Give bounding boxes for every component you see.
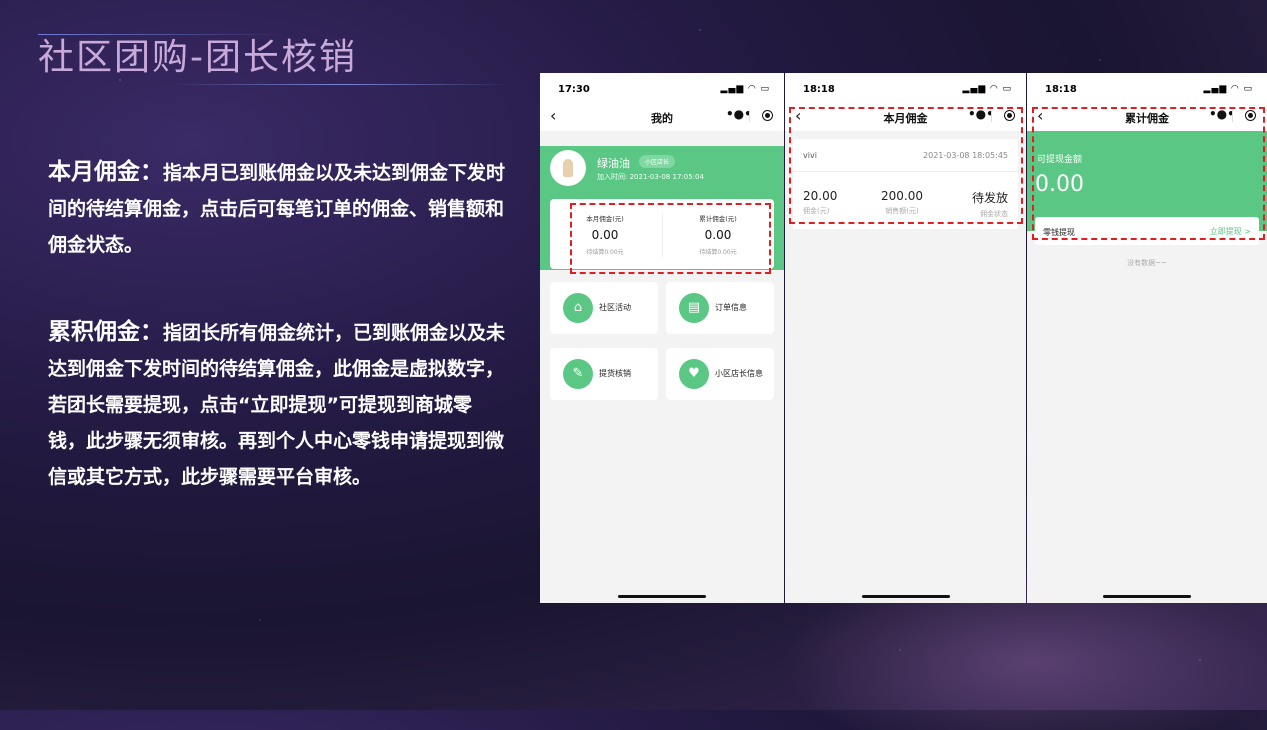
- heart-icon: ♥: [679, 359, 709, 389]
- home-indicator: [861, 595, 950, 598]
- monthly-commission-description: 本月佣金：指本月已到账佣金以及未达到佣金下发时间的待结算佣金，点击后可每笔订单的…: [48, 154, 508, 263]
- tile-community-activity[interactable]: ⌂ 社区活动: [550, 282, 658, 334]
- title-decor-line: [38, 34, 288, 35]
- status-time: 18:18: [1045, 84, 1077, 95]
- tile-pickup-verify[interactable]: ✎ 提货核销: [550, 348, 658, 400]
- avatar: [550, 150, 586, 186]
- phone-screen-mine: 17:30 ▂▄▆ ◠ ▭ ‹ 我的 •●• 绿油油 小区店长 加入时间: 20…: [540, 73, 784, 603]
- user-role-badge: 小区店长: [639, 155, 676, 168]
- desc-heading: 累积佣金：: [48, 319, 163, 345]
- close-icon[interactable]: [762, 110, 773, 121]
- tile-label: 订单信息: [715, 303, 747, 312]
- status-bar: 18:18 ▂▄▆ ◠ ▭: [785, 73, 1026, 103]
- status-bar: 18:18 ▂▄▆ ◠ ▭: [1027, 73, 1267, 103]
- status-time: 18:18: [803, 84, 835, 95]
- tile-order-info[interactable]: ▤ 订单信息: [666, 282, 774, 334]
- nav-bar: ‹ 我的 •●•: [540, 103, 784, 131]
- status-icons: ▂▄▆ ◠ ▭: [962, 84, 1012, 94]
- slide-title-text: 社区团购-团长核销: [38, 37, 357, 78]
- empty-state-text: 没有数据~~: [1127, 259, 1167, 267]
- desc-body: 指团长所有佣金统计，已到账佣金以及未达到佣金下发时间的待结算佣金，此佣金是虚拟数…: [48, 322, 506, 488]
- home-icon: ⌂: [563, 293, 593, 323]
- total-commission-description: 累积佣金：指团长所有佣金统计，已到账佣金以及未达到佣金下发时间的待结算佣金，此佣…: [48, 314, 508, 495]
- highlight-box: [570, 203, 771, 274]
- order-icon: ▤: [679, 293, 709, 323]
- highlight-box: [789, 107, 1023, 224]
- join-time: 加入时间: 2021-03-08 17:05:04: [597, 173, 704, 181]
- status-icons: ▂▄▆ ◠ ▭: [1203, 84, 1253, 94]
- status-time: 17:30: [558, 84, 590, 95]
- mini-program-capsule[interactable]: •●•: [722, 106, 776, 126]
- home-indicator: [1103, 595, 1191, 598]
- tile-label: 社区活动: [599, 303, 631, 312]
- tile-label: 小区店长信息: [715, 369, 763, 378]
- phone-screen-monthly-commission: 18:18 ▂▄▆ ◠ ▭ ‹ 本月佣金 •●• vivi 2021-03-08…: [785, 73, 1026, 603]
- status-bar: 17:30 ▂▄▆ ◠ ▭: [540, 73, 784, 103]
- more-icon[interactable]: •●•: [726, 107, 752, 121]
- tile-label: 提货核销: [599, 369, 631, 378]
- capsule-divider: [749, 110, 750, 122]
- status-icons: ▂▄▆ ◠ ▭: [720, 84, 770, 94]
- ticket-icon: ✎: [563, 359, 593, 389]
- desc-heading: 本月佣金：: [48, 159, 163, 185]
- title-underline: [170, 84, 510, 85]
- slide-title: 社区团购-团长核销: [38, 28, 357, 80]
- highlight-box: [1032, 107, 1265, 240]
- user-name: 绿油油: [597, 157, 630, 170]
- tile-store-manager-info[interactable]: ♥ 小区店长信息: [666, 348, 774, 400]
- home-indicator: [618, 595, 706, 598]
- phone-screen-total-commission: 18:18 ▂▄▆ ◠ ▭ ‹ 累计佣金 •●• 可提现金额 0.00 零钱提现…: [1027, 73, 1267, 603]
